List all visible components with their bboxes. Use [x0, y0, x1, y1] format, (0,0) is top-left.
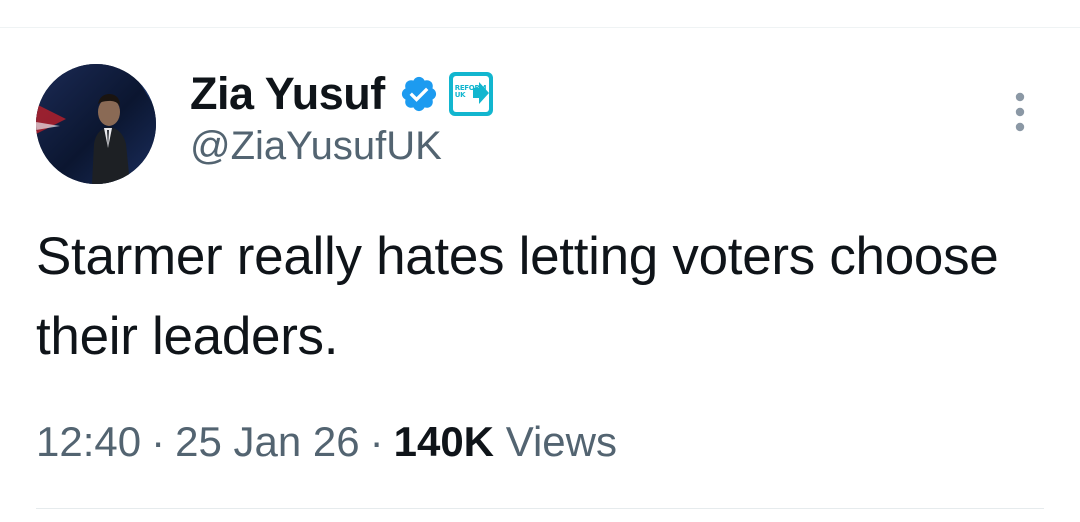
avatar-photo-icon	[36, 64, 156, 184]
separator: ·	[151, 418, 166, 465]
tweet-metadata: 12:40 · 25 Jan 26 · 140K Views	[36, 410, 617, 474]
verified-badge-icon[interactable]	[399, 74, 439, 114]
author-handle[interactable]: @ZiaYusufUK	[190, 124, 442, 169]
arrow-right-icon	[472, 82, 489, 104]
reform-uk-logo-icon[interactable]: REFORM UK	[448, 72, 493, 116]
tweet-text: Starmer really hates letting voters choo…	[36, 227, 999, 366]
bottom-divider	[36, 508, 1044, 509]
tweet-date[interactable]: 25 Jan 26	[175, 418, 360, 465]
top-divider	[0, 27, 1080, 28]
more-options-icon[interactable]	[1007, 90, 1033, 134]
avatar[interactable]	[36, 64, 156, 184]
tweet-time[interactable]: 12:40	[36, 418, 141, 465]
display-name[interactable]: Zia Yusuf	[190, 68, 385, 120]
separator: ·	[369, 418, 384, 465]
views-count[interactable]: 140K	[394, 418, 494, 465]
views-label[interactable]: Views	[506, 418, 617, 465]
author-row: Zia Yusuf REFORM UK	[190, 64, 493, 124]
